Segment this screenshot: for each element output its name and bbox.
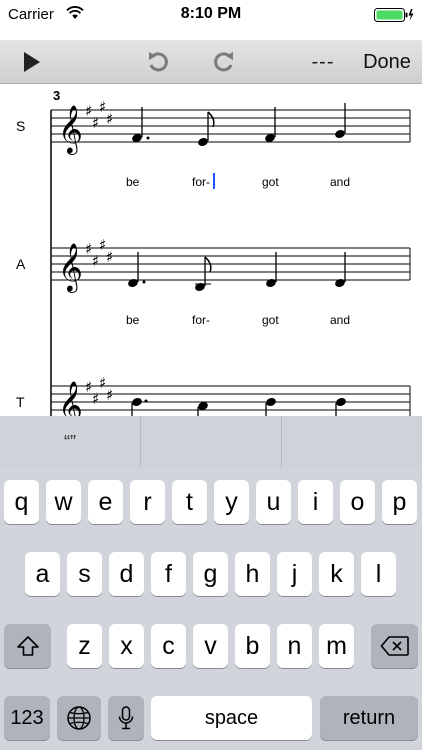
globe-icon — [67, 706, 91, 730]
key-h[interactable]: h — [235, 552, 270, 596]
play-button[interactable] — [12, 40, 52, 84]
key-t[interactable]: t — [172, 480, 207, 524]
redo-button[interactable] — [204, 40, 244, 84]
svg-text:♯: ♯ — [92, 252, 99, 270]
svg-text:𝄞: 𝄞 — [58, 242, 83, 293]
key-w[interactable]: w — [46, 480, 81, 524]
note — [336, 398, 346, 406]
key-m[interactable]: m — [319, 624, 354, 668]
lyric[interactable]: got — [262, 175, 279, 189]
key-v[interactable]: v — [193, 624, 228, 668]
key-e[interactable]: e — [88, 480, 123, 524]
key-z[interactable]: z — [67, 624, 102, 668]
svg-text:♯: ♯ — [106, 110, 113, 128]
key-n[interactable]: n — [277, 624, 312, 668]
play-icon — [24, 52, 40, 72]
done-button[interactable]: Done — [356, 40, 418, 84]
note — [335, 279, 345, 287]
toolbar: --- Done — [0, 40, 422, 84]
undo-button[interactable] — [138, 40, 178, 84]
key-i[interactable]: i — [298, 480, 333, 524]
score-view[interactable]: 𝄞 ♯ ♯ ♯ ♯ 𝄞 ♯ ♯ ♯ ♯ 𝄞 ♯ ♯ ♯ ♯ 3 S be for… — [0, 85, 422, 416]
svg-text:♯: ♯ — [92, 390, 99, 408]
key-a[interactable]: a — [25, 552, 60, 596]
delete-key[interactable] — [371, 624, 418, 668]
part-label-tenor: T — [16, 394, 25, 410]
key-c[interactable]: c — [151, 624, 186, 668]
lyric[interactable]: be — [126, 175, 139, 189]
lyric[interactable]: got — [262, 313, 279, 327]
key-signature: ♯♯♯ ♯ — [85, 98, 113, 132]
duration-indicator[interactable]: --- — [300, 40, 346, 84]
svg-text:♯: ♯ — [92, 114, 99, 132]
key-p[interactable]: p — [382, 480, 417, 524]
keyboard: q w e r t y u i o p a s d f g h j k l z … — [0, 468, 422, 750]
note — [132, 398, 142, 406]
suggestion-3[interactable] — [282, 416, 422, 468]
note — [195, 283, 205, 291]
part-label-alto: A — [16, 256, 26, 272]
key-r[interactable]: r — [130, 480, 165, 524]
note — [335, 130, 345, 138]
return-key[interactable]: return — [320, 696, 418, 740]
numbers-key[interactable]: 123 — [4, 696, 50, 740]
treble-clef-icon: 𝄞 — [58, 104, 83, 155]
lyric[interactable]: be — [126, 313, 139, 327]
battery-icon — [374, 7, 414, 23]
note — [198, 138, 208, 146]
key-y[interactable]: y — [214, 480, 249, 524]
lyric[interactable]: for- — [192, 175, 210, 189]
backspace-icon — [380, 636, 409, 656]
note — [128, 279, 138, 287]
globe-key[interactable] — [57, 696, 101, 740]
dictation-key[interactable] — [108, 696, 144, 740]
key-b[interactable]: b — [235, 624, 270, 668]
score-staves: 𝄞 ♯♯♯ ♯ 𝄞 ♯♯♯ ♯ 𝄞 ♯♯♯ ♯ — [50, 98, 411, 416]
lyric[interactable]: for- — [192, 313, 210, 327]
undo-icon — [149, 52, 168, 72]
measure-number: 3 — [53, 88, 61, 103]
redo-icon — [214, 52, 233, 72]
clock: 8:10 PM — [180, 5, 242, 22]
key-u[interactable]: u — [256, 480, 291, 524]
shift-icon — [16, 636, 39, 656]
part-label-soprano: S — [16, 118, 26, 134]
suggestion-2[interactable] — [141, 416, 282, 468]
svg-text:♯: ♯ — [106, 248, 113, 266]
note — [266, 398, 276, 406]
key-x[interactable]: x — [109, 624, 144, 668]
suggestion-bar: “” — [0, 416, 422, 468]
shift-key[interactable] — [4, 624, 51, 668]
key-j[interactable]: j — [277, 552, 312, 596]
suggestion-1[interactable]: “” — [0, 416, 141, 468]
lyric[interactable]: and — [330, 313, 350, 327]
svg-text:𝄞: 𝄞 — [58, 380, 83, 416]
svg-text:♯: ♯ — [106, 386, 113, 404]
key-l[interactable]: l — [361, 552, 396, 596]
status-bar: Carrier 8:10 PM — [0, 0, 422, 30]
key-s[interactable]: s — [67, 552, 102, 596]
key-g[interactable]: g — [193, 552, 228, 596]
microphone-icon — [118, 706, 134, 730]
space-key[interactable]: space — [151, 696, 312, 740]
lyric[interactable]: and — [330, 175, 350, 189]
key-o[interactable]: o — [340, 480, 375, 524]
note — [266, 279, 276, 287]
key-f[interactable]: f — [151, 552, 186, 596]
key-d[interactable]: d — [109, 552, 144, 596]
key-k[interactable]: k — [319, 552, 354, 596]
text-cursor — [213, 173, 215, 189]
key-q[interactable]: q — [4, 480, 39, 524]
